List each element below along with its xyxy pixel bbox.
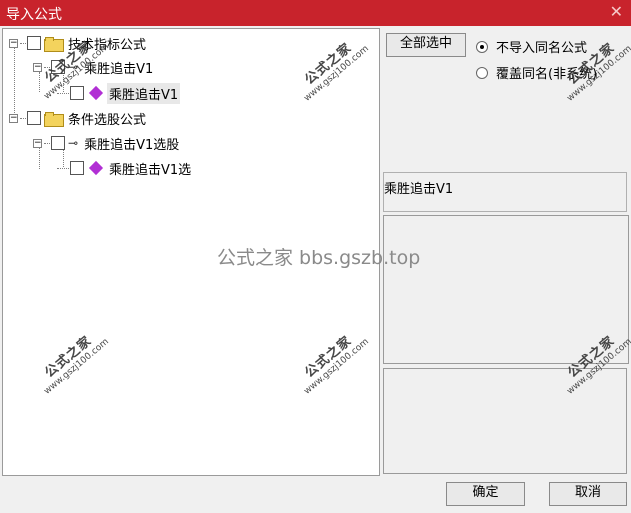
formula-name-text: 乘胜追击V1 — [384, 182, 454, 197]
radio-skip-same-name[interactable]: 不导入同名公式 — [476, 37, 587, 56]
formula-name-field: 乘胜追击V1 — [383, 172, 627, 212]
tree-connector — [20, 117, 26, 119]
detail-box[interactable] — [383, 368, 627, 474]
tree-connector — [44, 142, 50, 144]
collapse-icon[interactable]: − — [9, 38, 18, 48]
checkbox[interactable] — [70, 86, 84, 100]
formula-icon — [88, 85, 104, 101]
folder-icon — [44, 111, 64, 127]
tree-item-condition[interactable]: − 条件选股公式 — [9, 108, 148, 128]
tree-item-formula-leaf[interactable]: 乘胜追击V1 — [57, 82, 181, 104]
collapse-icon[interactable]: − — [9, 113, 18, 123]
tree-item-label: 乘胜追击V1 — [107, 82, 181, 104]
watermark-center: 公式之家 bbs.gszb.top — [217, 247, 421, 269]
tree-item-selection-leaf[interactable]: 乘胜追击V1选 — [57, 158, 193, 178]
radio-label: 不导入同名公式 — [496, 41, 588, 56]
checkbox[interactable] — [51, 136, 65, 150]
tree-item-label: 乘胜追击V1选 — [109, 162, 192, 178]
ok-button[interactable]: 确定 — [446, 482, 525, 506]
window-title: 导入公式 — [6, 7, 62, 23]
checkbox[interactable] — [27, 111, 41, 125]
close-icon[interactable]: ✕ — [610, 2, 623, 21]
radio-button[interactable] — [476, 66, 488, 79]
tree-item-selection[interactable]: − ⊸ 乘胜追击V1选股 — [33, 133, 181, 153]
tree-item-label: 条件选股公式 — [68, 112, 147, 128]
title-bar: 导入公式 ✕ — [0, 0, 631, 26]
collapse-icon[interactable]: − — [33, 138, 42, 148]
key-icon: ⊸ — [68, 136, 79, 150]
checkbox[interactable] — [70, 161, 84, 175]
folder-icon — [44, 36, 64, 52]
select-all-button[interactable]: 全部选中 — [386, 33, 466, 57]
cancel-button[interactable]: 取消 — [549, 482, 627, 506]
tree-item-label: 乘胜追击V1选股 — [84, 137, 180, 153]
tree-connector — [57, 167, 69, 169]
radio-button[interactable] — [476, 40, 488, 53]
tree-connector — [20, 42, 26, 44]
formula-icon — [88, 160, 104, 176]
checkbox[interactable] — [27, 36, 41, 50]
